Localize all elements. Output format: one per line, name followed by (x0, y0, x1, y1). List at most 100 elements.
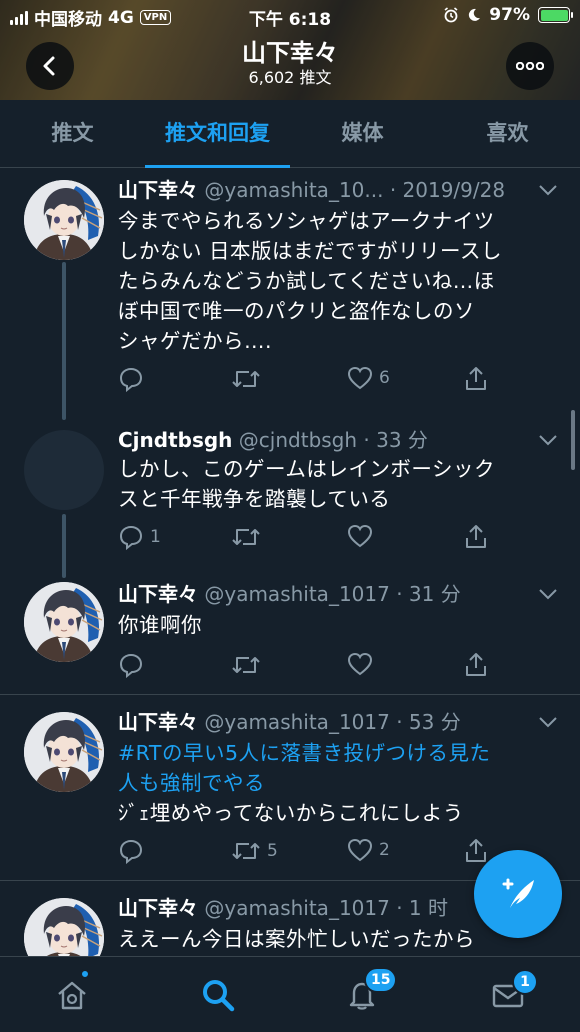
tweet-header: 山下幸々 @yamashita_1017 · 1 时 (118, 894, 534, 922)
nav-search[interactable] (198, 975, 238, 1015)
tweet-text-line: たらみんなどうか試してくださいね…ほ (118, 269, 495, 293)
like-button[interactable] (347, 524, 379, 548)
avatar[interactable] (24, 712, 104, 792)
retweet-count: 5 (267, 841, 278, 861)
share-button[interactable] (464, 366, 488, 392)
alarm-icon (444, 7, 458, 23)
search-icon (203, 980, 235, 1012)
like-icon (347, 366, 373, 390)
tweet-text-line: ｼﾞｪ埋めやってないからこれにしよう (118, 801, 464, 825)
handle-and-time: @yamashita_1017 · 53 分 (204, 710, 461, 734)
tweet-text-line: しかない 日本版はまだですがリリースし (118, 239, 502, 263)
chevron-down-icon[interactable] (538, 588, 558, 600)
profile-header: 中国移动 4G VPN 下午 6:18 97% 山下幸々 6,602 推文 (0, 0, 580, 100)
tweet-text-line: ええーん今日は案外忙しいだったから (118, 927, 475, 951)
tweet-text-line: スと千年戦争を踏襲している (118, 487, 391, 511)
reply-icon (119, 653, 143, 678)
tweet-text: 今までやられるソシャゲはアークナイツ しかない 日本版はまだですがリリースし た… (118, 206, 552, 356)
tab-tweets-and-replies[interactable]: 推文和回复 (145, 100, 290, 168)
retweet-icon (232, 657, 260, 673)
reply-icon (119, 839, 143, 864)
scrollbar[interactable] (571, 410, 575, 470)
tweet-actions: 6 (118, 366, 486, 396)
display-name[interactable]: 山下幸々 (118, 582, 198, 606)
chevron-down-icon[interactable] (538, 184, 558, 196)
profile-title-block: 山下幸々 6,602 推文 (0, 38, 580, 88)
display-name[interactable]: 山下幸々 (118, 178, 198, 202)
chevron-down-icon[interactable] (538, 434, 558, 446)
like-button[interactable] (347, 652, 379, 676)
tweet-header: 山下幸々 @yamashita_1017 · 53 分 (118, 708, 534, 736)
chevron-down-icon[interactable] (538, 716, 558, 728)
avatar[interactable] (24, 430, 104, 510)
tweet-actions: 1 (118, 524, 486, 554)
share-icon (466, 525, 486, 548)
tweet-actions: 5 2 (118, 838, 486, 868)
like-count: 6 (379, 368, 390, 388)
tab-tweets[interactable]: 推文 (0, 100, 145, 167)
tweet-text: #RTの早い5人に落書き投げつける見た 人も強制でやる ｼﾞｪ埋めやってないから… (118, 738, 552, 828)
battery-icon (538, 7, 573, 23)
tweet-text-line: 你谁啊你 (118, 613, 202, 637)
share-button[interactable] (464, 652, 488, 678)
share-button[interactable] (464, 524, 488, 550)
retweet-icon (232, 529, 260, 545)
nav-home[interactable] (52, 969, 92, 1015)
avatar[interactable] (24, 180, 104, 260)
retweet-icon (232, 371, 260, 387)
reply-button[interactable]: 1 (118, 524, 161, 550)
nav-messages[interactable]: 1 (488, 969, 538, 1015)
retweet-button[interactable] (231, 524, 267, 550)
like-icon (347, 652, 373, 676)
profile-tabs: 推文 推文和回复 媒体 喜欢 (0, 100, 580, 168)
handle-and-time: @yamashita_1017 · 1 时 (204, 896, 448, 920)
tab-media[interactable]: 媒体 (290, 100, 435, 167)
retweet-button[interactable] (231, 366, 267, 392)
share-button[interactable] (464, 838, 488, 864)
tweet[interactable]: Cjndtbsgh @cjndtbsgh · 33 分 しかし、このゲームはレイ… (0, 418, 580, 568)
display-name[interactable]: 山下幸々 (118, 710, 198, 734)
status-bar: 中国移动 4G VPN 下午 6:18 97% (0, 0, 580, 32)
reply-button[interactable] (118, 838, 150, 864)
hashtag-link[interactable]: 人も強制でやる (118, 768, 552, 798)
like-button[interactable]: 2 (347, 838, 390, 862)
reply-button[interactable] (118, 652, 150, 678)
battery-percent: 97% (489, 5, 530, 25)
reply-button[interactable] (118, 366, 150, 392)
bottom-nav: 15 1 (0, 956, 580, 1032)
tweet[interactable]: 山下幸々 @yamashita_1017 · 31 分 你谁啊你 (0, 572, 580, 692)
profile-name: 山下幸々 (242, 39, 338, 67)
like-icon (347, 524, 373, 548)
reply-icon (119, 525, 143, 550)
tweet-text-line: 今までやられるソシャゲはアークナイツ (118, 209, 495, 233)
retweet-button[interactable] (231, 652, 267, 678)
tweet-count: 6,602 推文 (248, 68, 332, 87)
messages-badge: 1 (512, 969, 538, 995)
avatar[interactable] (24, 582, 104, 662)
compose-icon (502, 878, 534, 908)
tweet-header: 山下幸々 @yamashita_1017 · 31 分 (118, 580, 534, 608)
tweet[interactable]: 山下幸々 @yamashita_1017 · 53 分 #RTの早い5人に落書き… (0, 700, 580, 880)
divider (0, 694, 580, 695)
home-icon (58, 981, 86, 1010)
tweet-header: 山下幸々 @yamashita_10... · 2019/9/28 (118, 176, 534, 204)
tweet-actions (118, 652, 486, 682)
handle-and-time: @yamashita_10... · 2019/9/28 (204, 178, 506, 202)
nav-notifications[interactable]: 15 (342, 967, 398, 1015)
tab-likes[interactable]: 喜欢 (435, 100, 580, 167)
retweet-icon (232, 843, 260, 859)
tweet-text: ええーん今日は案外忙しいだったから (118, 924, 552, 954)
more-button[interactable] (506, 42, 554, 90)
handle-and-time: @yamashita_1017 · 31 分 (204, 582, 461, 606)
compose-tweet-button[interactable] (474, 850, 562, 938)
tweet[interactable]: 山下幸々 @yamashita_10... · 2019/9/28 今までやられ… (0, 168, 580, 418)
like-button[interactable]: 6 (347, 366, 390, 390)
retweet-button[interactable]: 5 (231, 838, 278, 864)
tweet-text-line: ぼ中国で唯一のパクリと盗作なしのソ (118, 299, 475, 323)
like-icon (347, 838, 373, 862)
display-name[interactable]: 山下幸々 (118, 896, 198, 920)
tweet-text: 你谁啊你 (118, 610, 552, 640)
avatar[interactable] (24, 898, 104, 956)
display-name[interactable]: Cjndtbsgh (118, 428, 232, 452)
hashtag-link[interactable]: #RTの早い5人に落書き投げつける見た (118, 738, 552, 768)
